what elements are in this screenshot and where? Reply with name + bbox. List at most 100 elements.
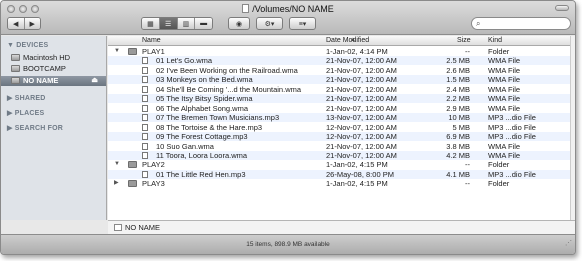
disclosure-triangle-icon[interactable]: ▼	[114, 47, 120, 56]
file-kind: MP3 ...dio File	[488, 169, 536, 179]
file-row[interactable]: 09 The Forest Cottage.mp3 12-Nov-07, 12:0…	[108, 132, 575, 142]
gear-icon: ⚙▾	[264, 20, 275, 28]
forward-button[interactable]: ▶	[24, 18, 40, 29]
view-mode-control: ▦ ☰ ▥ ▬	[141, 17, 213, 30]
audio-file-icon	[142, 151, 148, 159]
arrange-menu-button[interactable]: ≡▾	[289, 17, 316, 30]
status-bar: 15 items, 898.9 MB available ⋰	[1, 234, 575, 254]
file-name: 11 Toora, Loora Loora.wma	[156, 150, 248, 160]
eye-icon: ◉	[235, 20, 243, 28]
date-modified: 21-Nov-07, 12:00 AM	[326, 65, 397, 75]
file-kind: Folder	[488, 160, 510, 170]
file-size: 2.6 MB	[446, 65, 470, 75]
file-row[interactable]: 08 The Tortoise & the Hare.mp3 12-Nov-07,…	[108, 122, 575, 132]
file-size: 10 MB	[448, 113, 470, 123]
resize-grip-icon[interactable]: ⋰	[565, 234, 572, 254]
sidebar-item-bootcamp[interactable]: BOOTCAMP	[1, 64, 106, 74]
path-bar: NO NAME	[108, 220, 575, 234]
file-size: --	[465, 160, 470, 170]
shared-header[interactable]: ▶ SHARED	[7, 94, 46, 102]
file-size: --	[465, 47, 470, 56]
vertical-scrollbar[interactable]	[570, 36, 575, 220]
folder-icon	[128, 180, 137, 188]
view-list-icon[interactable]: ☰	[159, 18, 178, 29]
audio-file-icon	[142, 57, 148, 65]
file-row[interactable]: 01 The Little Red Hen.mp3 26-May-08, 8:00…	[108, 169, 575, 179]
window-title: /Volumes/NO NAME	[1, 4, 575, 14]
file-size: 6.9 MB	[446, 132, 470, 142]
file-kind: MP3 ...dio File	[488, 122, 536, 132]
file-row[interactable]: 10 Suo Gan.wma 21-Nov-07, 12:00 AM 3.8 MB W…	[108, 141, 575, 151]
file-size: 5 MB	[452, 122, 470, 132]
column-header-name[interactable]: Name	[142, 37, 161, 44]
sidebar-item-macintosh-hd[interactable]: Macintosh HD	[1, 53, 106, 63]
folder-row[interactable]: ▼ PLAY1 1-Jan-02, 4:14 PM -- Folder	[108, 47, 575, 56]
file-name: 07 The Bremen Town Musicians.mp3	[156, 113, 280, 123]
file-kind: WMA File	[488, 65, 521, 75]
audio-file-icon	[142, 123, 148, 131]
search-for-header[interactable]: ▶ SEARCH FOR	[7, 124, 63, 132]
column-header-kind[interactable]: Kind	[488, 37, 502, 44]
date-modified: 21-Nov-07, 12:00 AM	[326, 75, 397, 85]
finder-window: /Volumes/NO NAME ◀ ▶ ▦ ☰ ▥ ▬ ◉ ⚙▾ ≡▾ ⌕ ▼…	[0, 0, 576, 255]
view-icons-icon[interactable]: ▦	[142, 18, 160, 29]
folder-icon	[128, 48, 137, 55]
file-size: 2.4 MB	[446, 84, 470, 94]
date-modified: 1-Jan-02, 4:15 PM	[326, 160, 388, 170]
file-kind: WMA File	[488, 141, 521, 151]
file-kind: WMA File	[488, 75, 521, 85]
audio-file-icon	[142, 142, 148, 150]
file-kind: WMA File	[488, 150, 521, 160]
file-size: 4.1 MB	[446, 169, 470, 179]
audio-file-icon	[142, 95, 148, 103]
file-kind: WMA File	[488, 84, 521, 94]
hard-drive-icon	[11, 65, 20, 72]
file-row[interactable]: 04 She'll Be Coming '...d the Mountain.w…	[108, 84, 575, 94]
hard-drive-icon	[11, 77, 20, 84]
back-button[interactable]: ◀	[8, 18, 25, 29]
arrange-icon: ≡▾	[298, 20, 307, 28]
volume-icon	[242, 4, 250, 13]
sidebar: ▼ DEVICES Macintosh HD BOOTCAMP NO NAME …	[1, 36, 107, 220]
devices-header[interactable]: ▼ DEVICES	[7, 42, 48, 49]
column-header-size[interactable]: Size	[457, 37, 471, 44]
file-name: PLAY1	[142, 47, 165, 56]
file-row[interactable]: 02 I've Been Working on the Railroad.wma…	[108, 65, 575, 75]
action-menu-button[interactable]: ⚙▾	[256, 17, 283, 30]
hard-drive-icon	[11, 54, 20, 61]
audio-file-icon	[142, 76, 148, 84]
file-row[interactable]: 01 Let's Go.wma 21-Nov-07, 12:00 AM 2.5 MB…	[108, 56, 575, 66]
folder-row[interactable]: ▶ PLAY3 1-Jan-02, 4:15 PM -- Folder	[108, 179, 575, 189]
file-name: 02 I've Been Working on the Railroad.wma	[156, 65, 298, 75]
file-name: 04 She'll Be Coming '...d the Mountain.w…	[156, 84, 302, 94]
toolbar-toggle-button[interactable]	[555, 5, 569, 11]
date-modified: 1-Jan-02, 4:14 PM	[326, 47, 388, 56]
view-columns-icon[interactable]: ▥	[177, 18, 196, 29]
date-modified: 13-Nov-07, 12:00 AM	[326, 113, 397, 123]
eject-icon[interactable]: ⏏	[91, 76, 98, 86]
file-size: 4.2 MB	[446, 150, 470, 160]
places-header[interactable]: ▶ PLACES	[7, 109, 44, 117]
folder-row[interactable]: ▼ PLAY2 1-Jan-02, 4:15 PM -- Folder	[108, 160, 575, 170]
path-bar-item[interactable]: NO NAME	[125, 221, 160, 234]
file-name: 01 The Little Red Hen.mp3	[156, 169, 246, 179]
search-icon: ⌕	[476, 19, 481, 28]
disclosure-triangle-icon[interactable]: ▼	[114, 160, 120, 169]
date-modified: 12-Nov-07, 12:00 AM	[326, 122, 397, 132]
sidebar-item-no-name[interactable]: NO NAME ⏏	[1, 76, 106, 86]
file-row[interactable]: 11 Toora, Loora Loora.wma 21-Nov-07, 12:0…	[108, 150, 575, 160]
column-header-date[interactable]: Date Modified	[326, 37, 369, 44]
file-row[interactable]: 05 The Itsy Bitsy Spider.wma 21-Nov-07, 1…	[108, 94, 575, 104]
quick-look-button[interactable]: ◉	[228, 17, 250, 30]
disclosure-triangle-icon[interactable]: ▶	[114, 179, 119, 188]
view-coverflow-icon[interactable]: ▬	[195, 18, 212, 29]
file-name: 08 The Tortoise & the Hare.mp3	[156, 122, 263, 132]
file-kind: WMA File	[488, 56, 521, 66]
search-field[interactable]: ⌕	[471, 17, 571, 30]
file-row[interactable]: 06 The Alphabet Song.wma 21-Nov-07, 12:00…	[108, 104, 575, 113]
file-row[interactable]: 03 Monkeys on the Bed.wma 21-Nov-07, 12:0…	[108, 75, 575, 85]
file-row[interactable]: 07 The Bremen Town Musicians.mp3 13-Nov-0…	[108, 113, 575, 123]
date-modified: 21-Nov-07, 12:00 AM	[326, 84, 397, 94]
file-kind: Folder	[488, 179, 510, 189]
folder-icon	[128, 161, 137, 169]
